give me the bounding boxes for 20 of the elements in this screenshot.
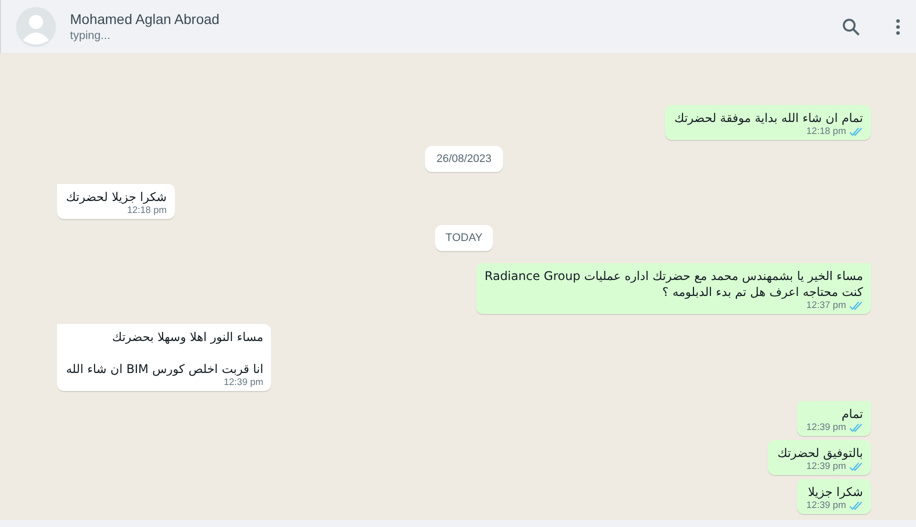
message-text: شكرا جزيلا لحضرتك — [66, 189, 167, 205]
message-text: شكرا جزيلا — [807, 484, 863, 500]
message-time: 12:37 pm — [806, 300, 846, 311]
contact-status: typing... — [70, 30, 112, 42]
message-text: مساء الخير يا بشمهندس محمد مع حضرتك اداره عمليات Radiance Group كنت محتاجه اعرف هل تم بدء الدبلومه ؟ — [484, 268, 863, 300]
message-time: 12:39 pm — [806, 422, 846, 433]
contact-name[interactable]: Mohamed Aglan Abroad — [70, 11, 220, 27]
date-chip: TODAY — [434, 225, 494, 251]
search-icon[interactable] — [842, 18, 860, 36]
message-text: تمام — [840, 406, 863, 422]
message-text: مساء النور اهلا وسهلا بحضرتك انا قربت اخلص كورس BIM ان شاء الله — [66, 329, 264, 377]
message-time: 12:18 pm — [127, 205, 167, 216]
message-text: بالتوفيق لحضرتك — [777, 445, 863, 461]
date-chip: 26/08/2023 — [425, 146, 503, 172]
message-time: 12:39 pm — [806, 500, 846, 511]
message-time: 12:39 pm — [224, 377, 264, 388]
menu-icon[interactable] — [896, 18, 900, 34]
message-time: 12:18 pm — [806, 126, 846, 137]
message-text: تمام ان شاء الله بداية موفقة لحضرتك — [674, 110, 863, 126]
message-time: 12:39 pm — [806, 461, 846, 472]
